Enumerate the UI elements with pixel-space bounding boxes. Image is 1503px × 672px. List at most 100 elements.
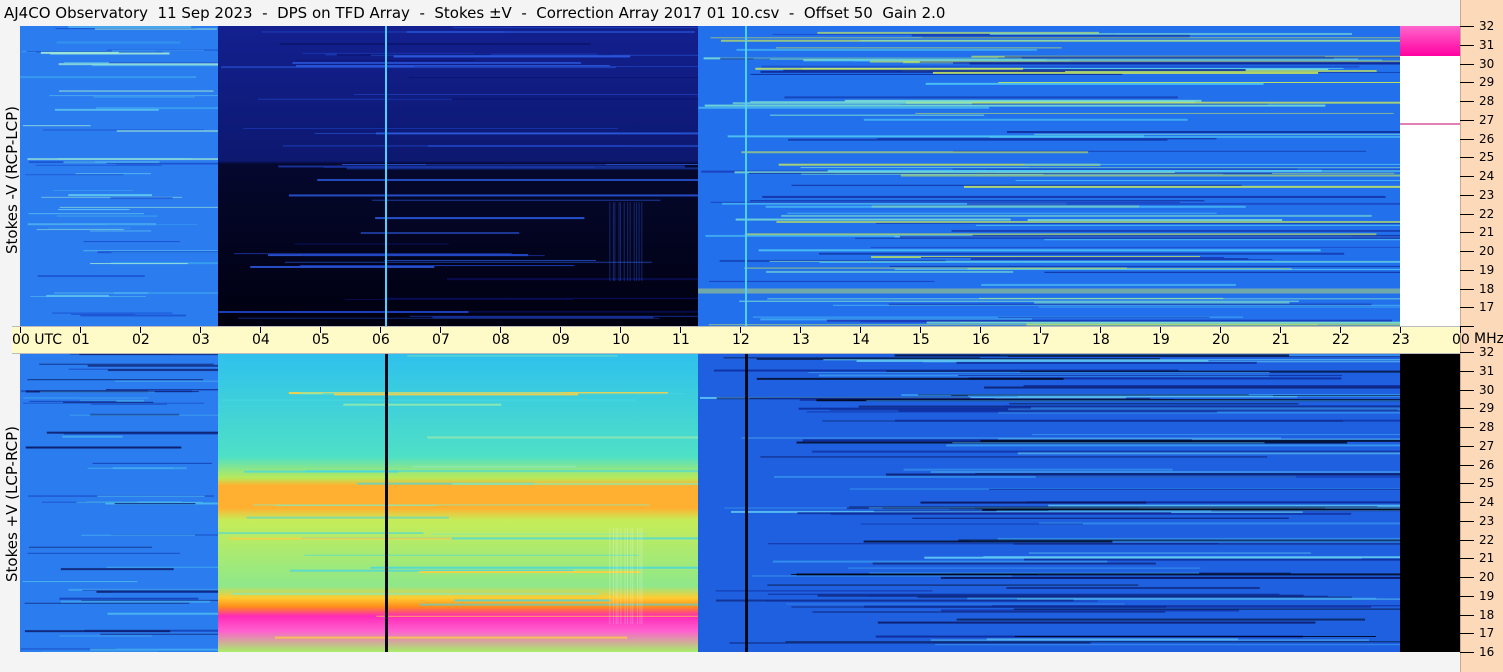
heatmap-streak: [107, 369, 218, 372]
frequency-tick: [1460, 577, 1474, 578]
time-tick-label: 11: [672, 332, 690, 348]
frequency-tick-label: 17: [1479, 626, 1495, 641]
burst-line: [636, 202, 638, 281]
heatmap-streak: [950, 169, 1400, 172]
heatmap-streak: [274, 636, 628, 639]
heatmap-streak: [218, 532, 424, 535]
heatmap-streak: [866, 400, 1400, 402]
heatmap-streak: [912, 517, 1289, 519]
heatmap-streak: [345, 298, 573, 300]
heatmap-streak: [76, 501, 203, 503]
heatmap-streak: [288, 194, 698, 197]
heatmap-streak: [97, 495, 205, 497]
time-tick-label: 09: [552, 332, 570, 348]
heatmap-streak: [431, 533, 647, 535]
heatmap-streak: [886, 473, 1400, 476]
heatmap-streak: [243, 127, 619, 129]
heatmap-streak: [758, 249, 1321, 252]
burst-line: [641, 528, 643, 624]
heatmap-streak: [920, 501, 1147, 504]
heatmap-streak: [698, 106, 990, 109]
heatmap-streak: [25, 174, 124, 176]
heatmap-streak: [317, 178, 698, 181]
heatmap-streak: [81, 599, 218, 601]
heatmap-streak: [989, 488, 1400, 490]
top-spectrogram: [20, 26, 1460, 326]
frequency-tick: [1460, 138, 1474, 140]
burst-line: [633, 202, 635, 281]
heatmap-streak: [81, 534, 195, 536]
heatmap-streak: [819, 261, 1400, 263]
heatmap-streak: [732, 102, 972, 105]
heatmap-streak: [776, 220, 1400, 223]
heatmap-streak: [829, 409, 1398, 411]
time-tick-label: 01: [72, 332, 90, 348]
frequency-tick: [1460, 269, 1474, 271]
heatmap-streak: [997, 316, 1210, 318]
heatmap-streak: [346, 167, 698, 170]
heatmap-streak: [785, 641, 1400, 643]
heatmap-streak: [756, 377, 1064, 380]
heatmap-streak: [39, 363, 214, 365]
burst-line: [627, 202, 629, 281]
heatmap-streak: [762, 195, 1386, 198]
heatmap-streak: [767, 584, 1139, 586]
heatmap-streak: [1015, 180, 1400, 182]
heatmap-streak: [69, 414, 218, 416]
bottom-spectrogram: [20, 352, 1460, 652]
burst-line: [630, 528, 632, 624]
heatmap-streak: [765, 600, 1098, 602]
burst-line: [629, 202, 631, 281]
time-tick-label: 13: [792, 332, 810, 348]
heatmap-streak: [808, 372, 1270, 374]
heatmap-streak: [1020, 258, 1273, 260]
heatmap-streak: [29, 400, 117, 402]
frequency-tick-label: 28: [1479, 420, 1495, 434]
heatmap-streak: [427, 436, 698, 439]
heatmap-streak: [894, 268, 1400, 270]
frequency-tick-label: 30: [1479, 56, 1495, 71]
heatmap-streak: [894, 354, 1290, 357]
heatmap-streak: [941, 609, 1240, 612]
heatmap-streak: [22, 581, 138, 583]
bottom-panel-ylabel: Stokes +V (LCP-RCP): [3, 426, 21, 582]
frequency-tick: [1460, 483, 1474, 485]
heatmap-streak: [393, 55, 631, 58]
heatmap-streak: [246, 516, 449, 519]
heatmap-streak: [710, 37, 1400, 39]
heatmap-streak: [353, 94, 698, 96]
frequency-tick: [1460, 288, 1474, 290]
heatmap-streak: [234, 253, 512, 255]
frequency-tick-label: 20: [1479, 570, 1495, 584]
frequency-tick: [1460, 370, 1474, 372]
heatmap-streak: [830, 512, 1352, 515]
time-axis: 00 UTC 01 02 03 04 05 06 07 08 09 10 11 12 13 14 15 16 17…: [12, 326, 1470, 354]
heatmap-streak: [1028, 552, 1311, 554]
frequency-tick: [1460, 119, 1474, 121]
heatmap-streak: [80, 314, 186, 317]
burst-line: [641, 202, 643, 281]
heatmap-streak: [383, 297, 698, 299]
heatmap-streak: [863, 118, 1188, 121]
heatmap-streak: [60, 600, 211, 603]
heatmap-streak: [920, 257, 1225, 259]
time-tick-label: 00 UTC: [12, 332, 63, 348]
heatmap-streak: [906, 101, 1400, 104]
heatmap-streak: [787, 212, 1217, 214]
heatmap-streak: [360, 231, 520, 234]
top-panel-ylabel: Stokes -V (RCP-LCP): [3, 106, 21, 254]
frequency-tick-label: 18: [1479, 281, 1495, 296]
frequency-tick: [1460, 464, 1474, 466]
frequency-tick-label: 18: [1479, 607, 1495, 622]
frequency-tick: [1460, 652, 1474, 653]
heatmap-streak: [91, 403, 167, 405]
heatmap-streak: [791, 184, 1242, 186]
heatmap-streak: [24, 602, 190, 604]
heatmap-streak: [302, 255, 545, 257]
heatmap-streak: [111, 252, 218, 254]
heatmap-streak: [867, 595, 1328, 597]
heatmap-streak: [872, 562, 1156, 565]
heatmap-streak: [869, 572, 1200, 574]
heatmap-streak: [984, 386, 1400, 389]
frequency-tick-label: 23: [1479, 187, 1495, 202]
